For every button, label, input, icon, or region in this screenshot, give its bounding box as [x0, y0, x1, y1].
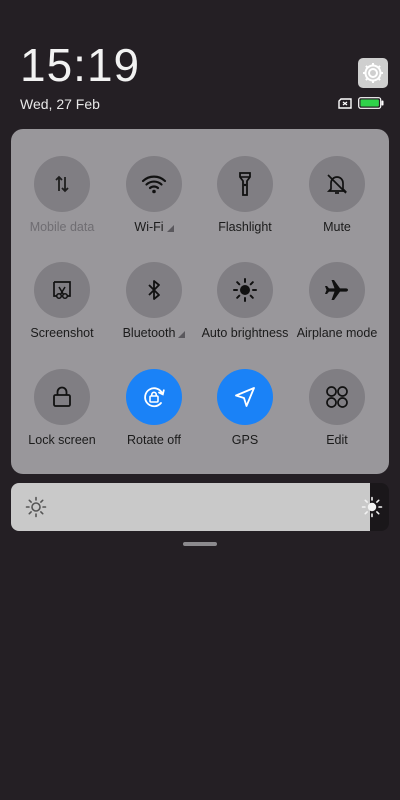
gps-icon	[235, 387, 255, 407]
tile-screenshot[interactable]: Screenshot	[16, 262, 108, 362]
brightness-slider[interactable]	[11, 483, 389, 531]
mobile-data-icon	[55, 175, 69, 193]
mobile-data-toggle[interactable]	[34, 156, 90, 212]
tile-label: Bluetooth	[122, 326, 176, 340]
tile-label: Mute	[323, 220, 351, 234]
status-icons	[338, 97, 384, 109]
panel-drag-handle[interactable]	[183, 542, 217, 546]
lock-icon	[53, 386, 71, 407]
tile-label: Flashlight	[218, 220, 272, 234]
bluetooth-toggle[interactable]	[126, 262, 182, 318]
flashlight-icon	[239, 172, 251, 196]
wifi-icon	[141, 175, 167, 194]
tile-flashlight[interactable]: Flashlight	[199, 156, 291, 256]
tile-label: Lock screen	[28, 433, 96, 447]
tile-edit[interactable]: Edit	[291, 369, 383, 469]
flashlight-toggle[interactable]	[217, 156, 273, 212]
sun-icon	[361, 496, 383, 518]
gps-toggle[interactable]	[217, 369, 273, 425]
tile-label: Screenshot	[30, 326, 94, 340]
brightness-slider-fill[interactable]	[11, 483, 371, 531]
airplane-icon	[325, 280, 348, 300]
tile-lock-screen[interactable]: Lock screen	[16, 369, 108, 469]
tile-auto-brightness[interactable]: Auto brightness	[199, 262, 291, 362]
sun-icon	[25, 496, 47, 518]
edit-grid-icon	[326, 386, 348, 408]
tile-label: Edit	[326, 433, 348, 447]
auto-brightness-icon	[233, 278, 257, 302]
tile-bluetooth[interactable]: Bluetooth	[108, 262, 200, 362]
tile-airplane-mode[interactable]: Airplane mode	[291, 262, 383, 362]
gear-icon	[363, 63, 383, 83]
date-label: Wed, 27 Feb	[20, 96, 100, 112]
clock-time: 15:19	[20, 39, 141, 91]
settings-button[interactable]	[358, 58, 388, 88]
wifi-toggle[interactable]	[126, 156, 182, 212]
expand-triangle-icon[interactable]	[178, 330, 186, 338]
tile-mute[interactable]: Mute	[291, 156, 383, 256]
mute-icon	[326, 174, 348, 194]
tile-label: Rotate off	[127, 433, 181, 447]
tile-wifi[interactable]: Wi-Fi	[108, 156, 200, 256]
screenshot-toggle[interactable]	[34, 262, 90, 318]
edit-toggle[interactable]	[309, 369, 365, 425]
tile-label: Wi-Fi	[134, 220, 164, 234]
rotate-lock-icon	[144, 387, 165, 408]
tile-label: Auto brightness	[201, 326, 289, 340]
tile-gps[interactable]: GPS	[199, 369, 291, 469]
expand-triangle-icon[interactable]	[166, 224, 174, 232]
battery-icon	[358, 97, 384, 109]
tile-label: Mobile data	[29, 220, 95, 234]
tile-label: GPS	[231, 433, 259, 447]
lock-screen-toggle[interactable]	[34, 369, 90, 425]
auto-brightness-toggle[interactable]	[217, 262, 273, 318]
airplane-mode-toggle[interactable]	[309, 262, 365, 318]
quick-settings-panel: Mobile data Wi-Fi Flashlight Mute Screen…	[11, 129, 389, 474]
no-sim-icon	[338, 97, 352, 109]
screenshot-icon	[53, 281, 71, 300]
bluetooth-icon	[148, 280, 160, 300]
tile-mobile-data[interactable]: Mobile data	[16, 156, 108, 256]
tile-rotate-off[interactable]: Rotate off	[108, 369, 200, 469]
rotate-off-toggle[interactable]	[126, 369, 182, 425]
tile-label: Airplane mode	[296, 326, 378, 340]
mute-toggle[interactable]	[309, 156, 365, 212]
